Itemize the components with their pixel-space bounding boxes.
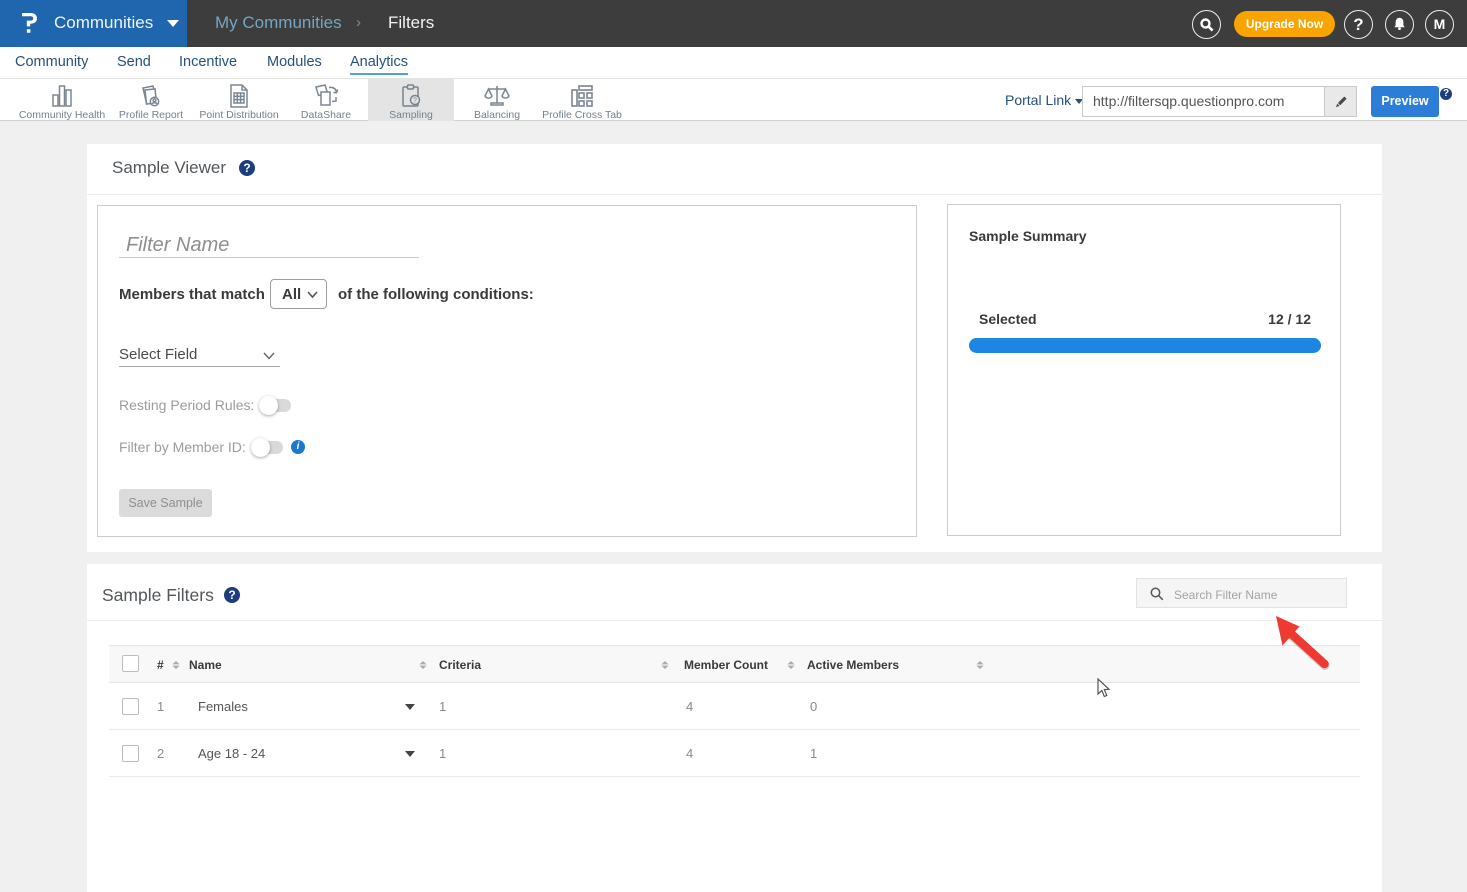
- svg-text:?: ?: [413, 98, 417, 105]
